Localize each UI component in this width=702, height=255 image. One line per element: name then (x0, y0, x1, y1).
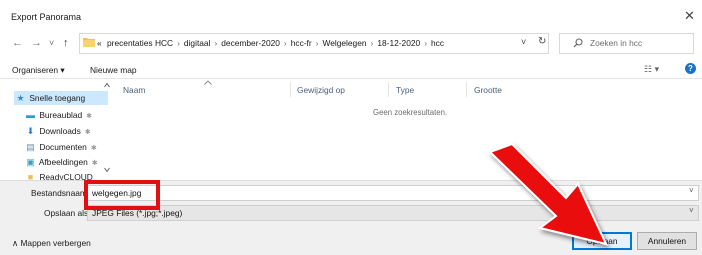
documents-icon: ▤ (26, 142, 35, 152)
search-icon (573, 38, 583, 48)
refresh-icon[interactable]: ↻ (538, 36, 546, 47)
filename-dropdown-chevron-icon[interactable]: ˅ (689, 186, 694, 195)
sidebar-item-label: ReadyCLOUD (39, 172, 93, 180)
empty-results-message: Geen zoekresultaten. (373, 108, 448, 117)
breadcrumb: « precentaties HCC › digitaal › december-202… (97, 38, 444, 48)
new-folder-button[interactable]: Nieuwe map (90, 65, 137, 75)
sidebar-item-documents[interactable]: ▤ Documenten ✱ (24, 142, 97, 156)
address-dropdown-chevron-icon[interactable]: ˅ (521, 37, 526, 47)
folder-icon: ■ (27, 172, 34, 180)
pin-icon: ✱ (91, 160, 98, 167)
back-arrow-icon[interactable]: ← (12, 37, 23, 49)
download-icon: ⬇ (26, 126, 35, 136)
sidebar-item-downloads[interactable]: ⬇ Downloads ✱ (24, 126, 91, 140)
column-header-modified[interactable]: Gewijzigd op (297, 85, 345, 95)
breadcrumb-item[interactable]: hcc (431, 38, 444, 48)
close-icon[interactable]: ✕ (684, 8, 695, 24)
breadcrumb-separator[interactable]: › (367, 38, 378, 48)
up-arrow-icon[interactable]: ↑ (63, 37, 69, 49)
window-title: Export Panorama (11, 12, 82, 22)
filename-label: Bestandsnaam: (31, 188, 90, 198)
toolbar-divider (0, 78, 702, 79)
breadcrumb-separator[interactable]: › (280, 38, 291, 48)
pictures-icon: ▣ (26, 157, 35, 167)
breadcrumb-item[interactable]: digitaal (184, 38, 211, 48)
pin-icon: ✱ (84, 129, 91, 136)
breadcrumb-separator[interactable]: › (210, 38, 221, 48)
breadcrumb-separator[interactable]: › (312, 38, 323, 48)
breadcrumb-separator[interactable]: › (173, 38, 184, 48)
hide-folders-toggle[interactable]: ∧ Mappen verbergen (12, 238, 91, 248)
breadcrumb-item[interactable]: december-2020 (221, 38, 280, 48)
breadcrumb-overflow[interactable]: « (97, 38, 102, 48)
column-header-name[interactable]: Naam (123, 85, 145, 95)
sidebar-item-quick-access[interactable]: ★ Snelle toegang (14, 93, 85, 107)
sidebar-item-desktop[interactable]: ▬ Bureaublad ✱ (24, 110, 92, 124)
breadcrumb-item[interactable]: 18-12-2020 (377, 38, 420, 48)
breadcrumb-item[interactable]: precentaties HCC (104, 38, 173, 48)
sidebar-item-label: Afbeeldingen (38, 157, 88, 167)
breadcrumb-item[interactable]: Welgelegen (322, 38, 366, 48)
forward-arrow-icon[interactable]: → (31, 37, 42, 49)
sidebar-scrollbar[interactable] (103, 80, 111, 175)
column-divider[interactable] (388, 82, 389, 97)
cancel-button[interactable]: Annuleren (637, 232, 697, 250)
pin-icon: ✱ (86, 113, 93, 120)
search-placeholder: Zoeken in hcc (590, 38, 643, 48)
filetype-dropdown-chevron-icon[interactable]: ˅ (689, 206, 694, 215)
breadcrumb-item[interactable]: hcc-fr (291, 38, 312, 48)
column-divider[interactable] (290, 82, 291, 97)
annotation-highlight-box (84, 180, 160, 210)
annotation-arrow (488, 142, 608, 246)
sidebar-item-pictures[interactable]: ▣ Afbeeldingen ✱ (24, 157, 98, 171)
sidebar-item-label: Bureaublad (39, 110, 83, 120)
sidebar-item-label: Documenten (39, 142, 87, 152)
star-icon: ★ (16, 93, 25, 103)
view-options-icon[interactable]: ☷ ▾ (644, 64, 659, 75)
title-bar (0, 0, 702, 30)
sidebar-item-label: Snelle toegang (29, 93, 86, 103)
help-icon[interactable]: ? (685, 63, 696, 74)
breadcrumb-separator[interactable]: › (420, 38, 431, 48)
sort-ascending-icon (204, 80, 212, 85)
sidebar-item-label: Downloads (39, 126, 81, 136)
column-divider[interactable] (466, 82, 467, 97)
folder-icon (83, 38, 95, 47)
recent-locations-chevron-icon[interactable]: ˅ (49, 38, 54, 48)
pin-icon: ✱ (90, 145, 97, 152)
sidebar-item-readycloud[interactable]: ■ ReadyCLOUD (24, 172, 93, 180)
organize-button[interactable]: Organiseren ▾ (12, 65, 65, 75)
column-header-size[interactable]: Grootte (474, 85, 502, 95)
desktop-icon: ▬ (26, 110, 35, 120)
column-header-type[interactable]: Type (396, 85, 414, 95)
